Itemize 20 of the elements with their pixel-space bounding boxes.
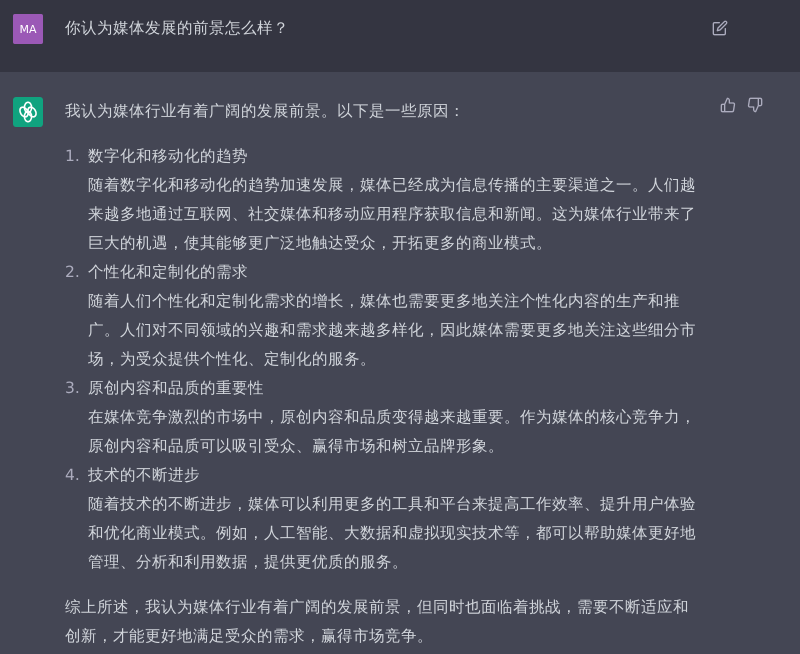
item-title: 数字化和移动化的趋势	[88, 146, 249, 167]
list-number: 4.	[65, 465, 81, 486]
list-number: 3.	[65, 378, 81, 399]
item-paragraph: 随着技术的不断进步，媒体可以利用更多的工具和平台来提高工作效率、提升用户体验和优化商业模式。例如，人工智能、大数据和虚拟现实技术等，都可以帮助媒体更好地管理、分析和利用数据，提供更优质的服务。	[88, 494, 697, 573]
list-number: 1.	[65, 146, 81, 167]
user-avatar: MA	[13, 14, 43, 44]
item-paragraph: 在媒体竞争激烈的市场中，原创内容和品质变得越来越重要。作为媒体的核心竞争力，原创内容和品质可以吸引受众、赢得市场和树立品牌形象。	[88, 407, 697, 457]
edit-icon[interactable]	[712, 20, 728, 36]
knot-logo-icon	[13, 97, 43, 127]
thumbs-up-icon[interactable]	[720, 97, 736, 113]
thumbs-down-icon[interactable]	[747, 97, 763, 113]
item-paragraph: 随着数字化和移动化的趋势加速发展，媒体已经成为信息传播的主要渠道之一。人们越来越多地通过互联网、社交媒体和移动应用程序获取信息和新闻。这为媒体行业带来了巨大的机遇，使其能够更广泛地触达受众，开拓更多的商业模式。	[88, 175, 697, 254]
conclusion-paragraph: 综上所述，我认为媒体行业有着广阔的发展前景，但同时也面临着挑战，需要不断适应和创新，才能更好地满足受众的需求，赢得市场竞争。	[65, 597, 690, 647]
user-question: 你认为媒体发展的前景怎么样？	[65, 18, 290, 39]
list-number: 2.	[65, 262, 81, 283]
answer-intro: 我认为媒体行业有着广阔的发展前景。以下是一些原因：	[65, 101, 466, 122]
item-title: 原创内容和品质的重要性	[88, 378, 265, 399]
item-title: 技术的不断进步	[88, 465, 201, 486]
item-paragraph: 随着人们个性化和定制化需求的增长，媒体也需要更多地关注个性化内容的生产和推广。人们对不同领域的兴趣和需求越来越多样化，因此媒体需要更多地关注这些细分市场，为受众提供个性化、定制化的服务。	[88, 291, 697, 370]
item-title: 个性化和定制化的需求	[88, 262, 249, 283]
